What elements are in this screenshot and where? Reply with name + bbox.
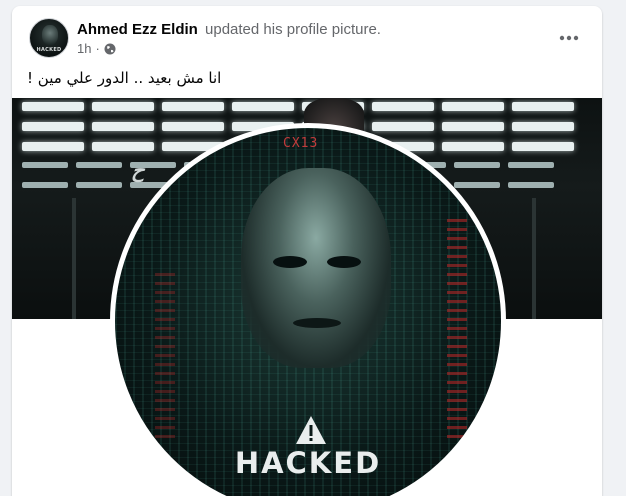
post-meta: 1h · [77,41,116,56]
cover-pillar [532,198,536,319]
author-avatar[interactable]: HACKED [29,18,69,58]
post-header: HACKED Ahmed Ezz Eldin updated his profi… [27,18,587,60]
hacked-label: HACKED [234,446,382,480]
avatar-face [42,25,58,45]
code-tag: CX13 [283,136,319,151]
globe-icon[interactable] [104,43,116,55]
red-data-bars [447,218,467,438]
post-message: انا مش بعيد .. الدور علي مين ! [27,69,222,87]
cover-pillar [72,198,76,319]
post-timestamp[interactable]: 1h [77,41,91,56]
post-card: HACKED Ahmed Ezz Eldin updated his profi… [12,6,602,496]
more-options-button[interactable] [551,20,587,56]
avatar-label: HACKED [36,47,62,53]
warning-icon [296,416,326,444]
red-data-bars [155,268,175,438]
author-line: Ahmed Ezz Eldin updated his profile pict… [77,21,381,38]
face-eye [327,256,361,268]
author-name-link[interactable]: Ahmed Ezz Eldin [77,21,198,38]
face-mouth [293,318,341,328]
profile-picture[interactable]: CX13 HACKED [110,123,506,496]
face-eye [273,256,307,268]
digital-face [241,168,391,368]
post-action-text: updated his profile picture. [205,21,381,38]
more-options-icon [559,35,579,41]
